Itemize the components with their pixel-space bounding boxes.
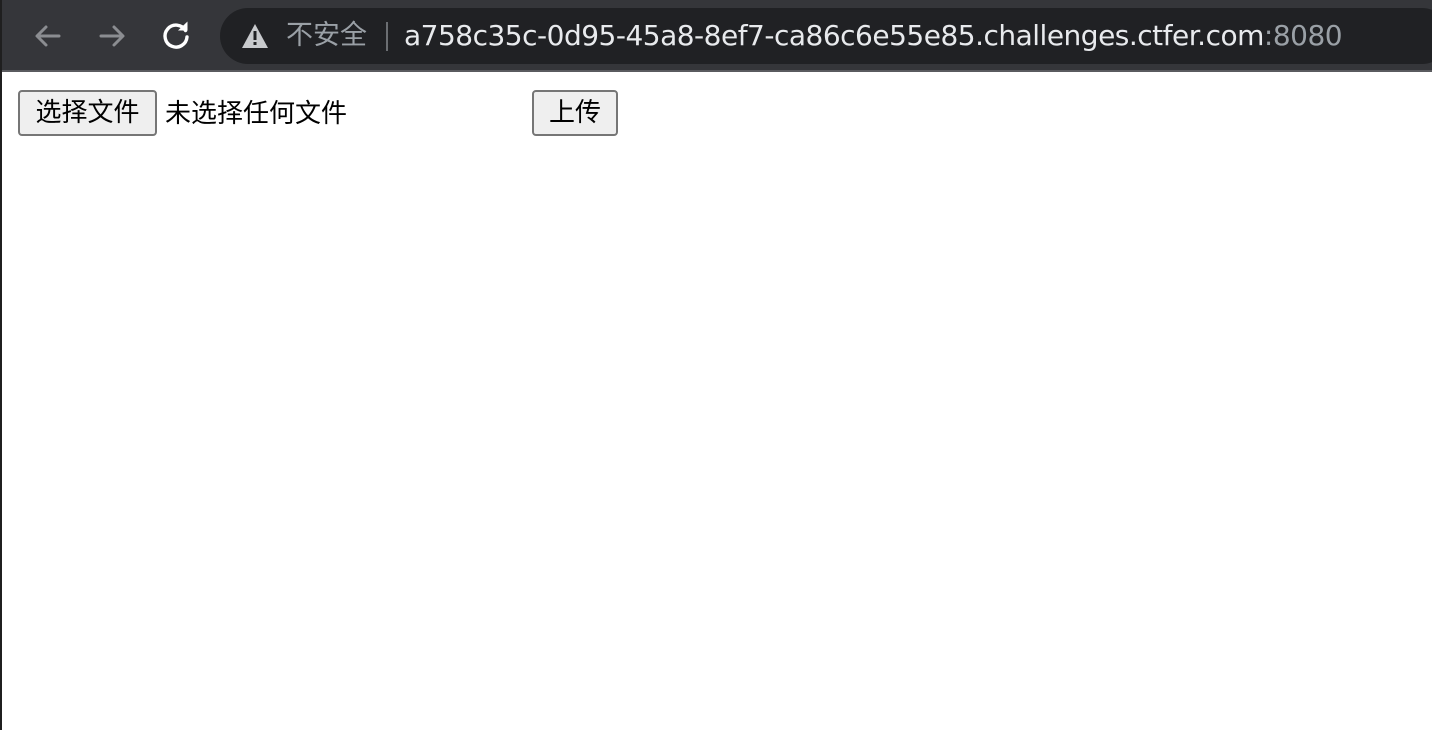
upload-button[interactable]: 上传 bbox=[532, 90, 618, 136]
reload-icon bbox=[163, 21, 189, 49]
file-status-text: 未选择任何文件 bbox=[165, 99, 348, 129]
warning-triangle-icon[interactable] bbox=[240, 22, 270, 50]
security-label[interactable]: 不安全 bbox=[286, 18, 367, 54]
reload-button[interactable] bbox=[156, 16, 196, 56]
arrow-right-icon bbox=[99, 25, 125, 47]
forward-button[interactable] bbox=[92, 16, 132, 56]
browser-window: 不安全 a758c35c-0d95-45a8-8ef7-ca86c6e55e85… bbox=[0, 0, 1432, 730]
url-port: :8080 bbox=[1263, 19, 1343, 52]
arrow-left-icon bbox=[35, 25, 61, 47]
url-text[interactable]: a758c35c-0d95-45a8-8ef7-ca86c6e55e85.cha… bbox=[404, 18, 1343, 54]
page-content: 选择文件 未选择任何文件 上传 bbox=[2, 74, 1432, 730]
url-host: a758c35c-0d95-45a8-8ef7-ca86c6e55e85.cha… bbox=[404, 19, 1264, 52]
choose-file-button[interactable]: 选择文件 bbox=[18, 90, 157, 136]
address-bar[interactable]: 不安全 a758c35c-0d95-45a8-8ef7-ca86c6e55e85… bbox=[220, 8, 1432, 64]
address-divider bbox=[386, 22, 388, 51]
back-button[interactable] bbox=[28, 16, 68, 56]
browser-toolbar: 不安全 a758c35c-0d95-45a8-8ef7-ca86c6e55e85… bbox=[2, 0, 1432, 72]
